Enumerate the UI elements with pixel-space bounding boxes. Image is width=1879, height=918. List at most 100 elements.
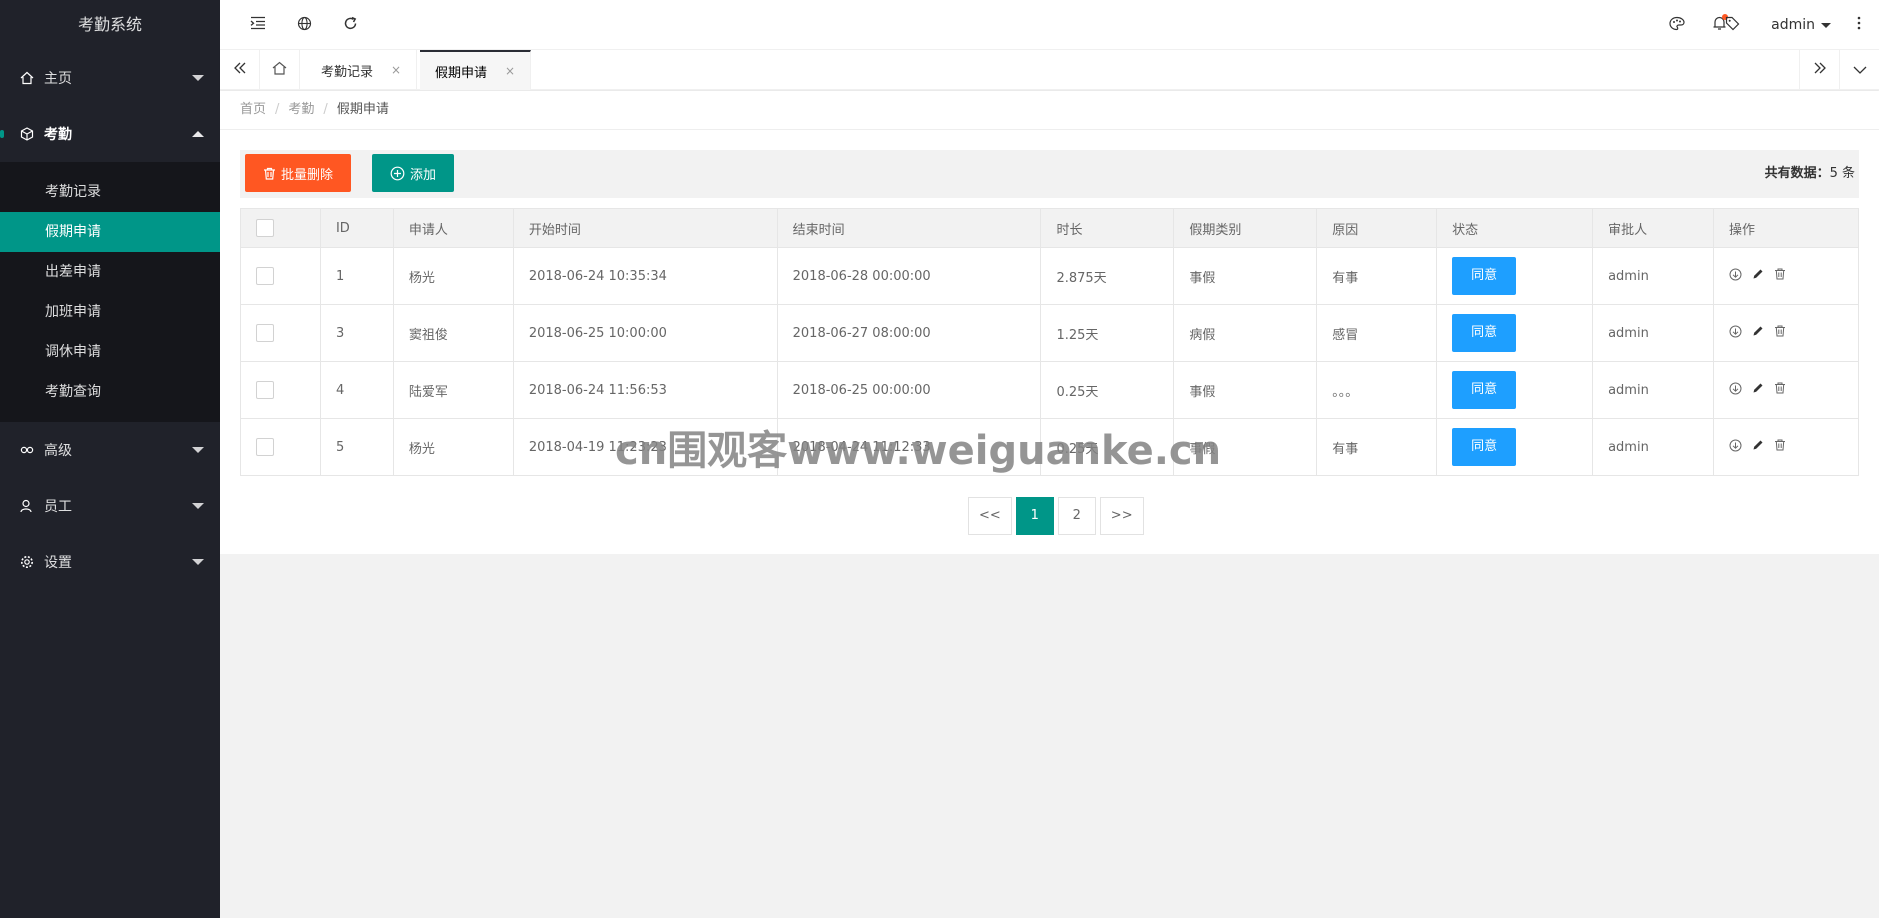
link-icon <box>20 443 34 457</box>
cell-applicant: 杨光 <box>392 418 514 476</box>
cell-applicant: 陆爱军 <box>392 361 514 419</box>
breadcrumb-separator: / <box>275 102 280 117</box>
main-content: 首页 / 考勤 / 假期申请 批量删除 添加 共有数据：5 条 ID 申请人 开… <box>220 91 1879 554</box>
tab-label: 考勤记录 <box>321 64 374 80</box>
collapse-sidebar-button[interactable] <box>238 0 278 50</box>
attendance-submenu: 考勤记录 假期申请 出差申请 加班申请 调休申请 考勤查询 <box>0 162 220 422</box>
tabs-menu-button[interactable] <box>1839 50 1879 90</box>
next-page-button[interactable]: >> <box>1099 497 1144 535</box>
theme-button[interactable] <box>1657 0 1697 50</box>
submenu-item-business-trip[interactable]: 出差申请 <box>0 252 220 292</box>
table-row: 3 窦祖俊 2018-06-25 10:00:00 2018-06-27 08:… <box>240 304 1859 362</box>
tab-home[interactable] <box>260 50 300 90</box>
trash-icon[interactable] <box>1774 439 1786 455</box>
close-icon[interactable]: × <box>505 64 515 78</box>
total-number: 5 <box>1829 166 1838 181</box>
trash-icon[interactable] <box>1774 325 1786 341</box>
edit-icon[interactable] <box>1752 382 1764 398</box>
user-menu[interactable]: admin <box>1771 0 1831 50</box>
approve-button[interactable]: 同意 <box>1452 371 1517 409</box>
website-button[interactable] <box>284 0 324 50</box>
cube-icon <box>20 127 34 141</box>
row-checkbox[interactable] <box>256 324 274 342</box>
approve-button[interactable]: 同意 <box>1452 257 1517 295</box>
breadcrumb-link[interactable]: 首页 <box>240 102 266 117</box>
cell-id: 5 <box>319 418 394 476</box>
column-header: 原因 <box>1316 208 1438 248</box>
column-header: 操作 <box>1713 208 1859 248</box>
page-button[interactable]: 2 <box>1057 497 1096 535</box>
edit-icon[interactable] <box>1752 439 1764 455</box>
tab-attendance-record[interactable]: 考勤记录 × <box>306 50 418 90</box>
download-icon[interactable] <box>1729 382 1742 399</box>
submenu-item-compensatory-leave[interactable]: 调休申请 <box>0 332 220 372</box>
watermark: cn围观客www.weiguanke.cn <box>615 428 1222 474</box>
nav-group-home: 主页 <box>0 50 220 106</box>
close-icon[interactable]: × <box>391 63 401 77</box>
total-label: 共有数据： <box>1764 166 1830 181</box>
trash-icon[interactable] <box>1774 382 1786 398</box>
trash-icon[interactable] <box>1774 268 1786 284</box>
page-tabs: 考勤记录 × 假期申请 × <box>220 50 1879 90</box>
submenu-item-leave-request[interactable]: 假期申请 <box>0 212 220 252</box>
nav-group-advanced: 高级 <box>0 422 220 478</box>
nav-item-attendance[interactable]: 考勤 <box>0 106 220 162</box>
tag-icon <box>1725 16 1740 35</box>
cell-approver: admin <box>1592 304 1715 362</box>
submenu-item-attendance-record[interactable]: 考勤记录 <box>0 172 220 212</box>
edit-icon[interactable] <box>1752 268 1764 284</box>
cell-id: 1 <box>319 247 394 305</box>
nav-item-label: 考勤 <box>44 127 72 143</box>
breadcrumb-current: 假期申请 <box>336 102 389 117</box>
download-icon[interactable] <box>1729 268 1742 285</box>
tabs-scroll-right-button[interactable] <box>1799 50 1839 90</box>
approve-button[interactable]: 同意 <box>1452 314 1517 352</box>
approve-button[interactable]: 同意 <box>1452 428 1517 466</box>
header-select-all <box>240 208 321 248</box>
breadcrumb-link[interactable]: 考勤 <box>288 102 314 117</box>
cell-approver: admin <box>1592 247 1715 305</box>
cell-start-time: 2018-06-24 10:35:34 <box>512 247 778 305</box>
cell-duration: 2.875天 <box>1040 247 1175 305</box>
cell-approver: admin <box>1592 361 1715 419</box>
nav-item-home[interactable]: 主页 <box>0 50 220 106</box>
button-label: 添加 <box>410 167 437 183</box>
open-marker <box>0 130 4 138</box>
download-icon[interactable] <box>1729 325 1742 342</box>
palette-icon <box>1669 16 1685 35</box>
select-all-checkbox[interactable] <box>256 219 274 237</box>
page-button-current[interactable]: 1 <box>1015 497 1054 535</box>
chevron-down-icon <box>192 503 204 509</box>
more-button[interactable] <box>1839 0 1879 50</box>
batch-delete-button[interactable]: 批量删除 <box>245 154 352 192</box>
cell-status: 同意 <box>1436 247 1594 305</box>
download-icon[interactable] <box>1729 439 1742 456</box>
row-checkbox[interactable] <box>256 438 274 456</box>
edit-icon[interactable] <box>1752 325 1764 341</box>
nav-item-label: 主页 <box>44 71 72 87</box>
tab-leave-request[interactable]: 假期申请 × <box>420 50 532 90</box>
column-header: 假期类别 <box>1173 208 1318 248</box>
submenu-item-attendance-query[interactable]: 考勤查询 <box>0 372 220 412</box>
nav-item-advanced[interactable]: 高级 <box>0 422 220 478</box>
cell-actions <box>1713 361 1859 419</box>
prev-page-button[interactable]: << <box>968 497 1012 535</box>
total-unit: 条 <box>1837 166 1855 181</box>
nav-item-settings[interactable]: 设置 <box>0 534 220 590</box>
row-checkbox[interactable] <box>256 381 274 399</box>
app-logo: 考勤系统 <box>0 0 220 50</box>
top-header: admin <box>220 0 1879 50</box>
row-checkbox[interactable] <box>256 267 274 285</box>
cell-status: 同意 <box>1436 361 1594 419</box>
cell-reason: 。。。 <box>1316 361 1438 419</box>
tabs-scroll-left-button[interactable] <box>220 50 260 90</box>
chevron-down-icon <box>192 447 204 453</box>
column-header: 申请人 <box>392 208 514 248</box>
submenu-item-overtime[interactable]: 加班申请 <box>0 292 220 332</box>
add-button[interactable]: 添加 <box>372 154 455 192</box>
nav-item-employee[interactable]: 员工 <box>0 478 220 534</box>
tag-button[interactable] <box>1712 0 1752 50</box>
table-header-row: ID 申请人 开始时间 结束时间 时长 假期类别 原因 状态 审批人 操作 <box>240 208 1859 248</box>
breadcrumb-separator: / <box>323 102 328 117</box>
refresh-button[interactable] <box>330 0 370 50</box>
